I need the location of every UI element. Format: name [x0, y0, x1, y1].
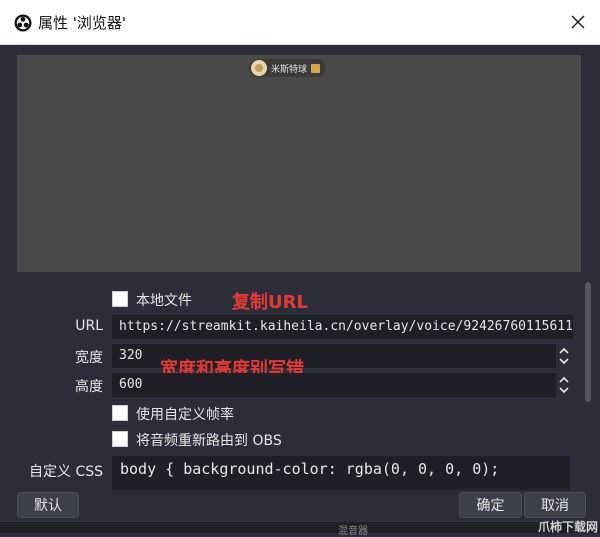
ok-button[interactable]: 确定: [459, 492, 522, 518]
background-app-strip: [0, 522, 600, 533]
local-file-checkbox[interactable]: [112, 291, 128, 307]
user-name: 米斯特球: [271, 64, 308, 75]
title-bar: 属性 '浏览器': [0, 0, 600, 45]
cancel-button[interactable]: 取消: [524, 492, 586, 518]
custom-css-text: body { background-color: rgba(0, 0, 0, 0…: [120, 460, 500, 478]
browser-preview: [17, 55, 581, 272]
height-spinner-icon[interactable]: [557, 374, 571, 396]
window-title: 属性 '浏览器': [38, 14, 127, 32]
height-label: 高度: [75, 379, 103, 395]
height-input[interactable]: 600: [112, 373, 556, 397]
close-icon[interactable]: [566, 10, 590, 34]
width-label: 宽度: [75, 350, 103, 366]
watermark: 爪柿下载网: [537, 520, 598, 534]
obs-logo-icon: [14, 14, 32, 32]
annotation-copy-url: 复制URL: [232, 292, 308, 313]
custom-css-editor[interactable]: body { background-color: rgba(0, 0, 0, 0…: [112, 456, 570, 490]
custom-fps-label: 使用自定义帧率: [136, 407, 234, 423]
level-icon: [311, 63, 321, 73]
reroute-audio-label: 将音频重新路由到 OBS: [136, 433, 282, 449]
local-file-label: 本地文件: [136, 293, 192, 309]
properties-scrollbar[interactable]: [583, 282, 593, 402]
defaults-button[interactable]: 默认: [17, 492, 79, 518]
width-spinner-icon[interactable]: [557, 345, 571, 367]
scrollbar-thumb[interactable]: [585, 282, 591, 402]
custom-fps-checkbox[interactable]: [112, 405, 128, 421]
avatar: [251, 60, 267, 76]
voice-user-badge: 米斯特球: [249, 59, 327, 77]
properties-dialog: 属性 '浏览器' 米斯特球 本地文件 复制URL URL https://str…: [0, 0, 600, 537]
custom-css-label: 自定义 CSS: [29, 464, 103, 480]
mixer-label-partial: 混音器: [338, 526, 368, 537]
reroute-audio-checkbox[interactable]: [112, 431, 128, 447]
url-input[interactable]: https://streamkit.kaiheila.cn/overlay/vo…: [112, 315, 573, 339]
url-label: URL: [75, 318, 103, 334]
